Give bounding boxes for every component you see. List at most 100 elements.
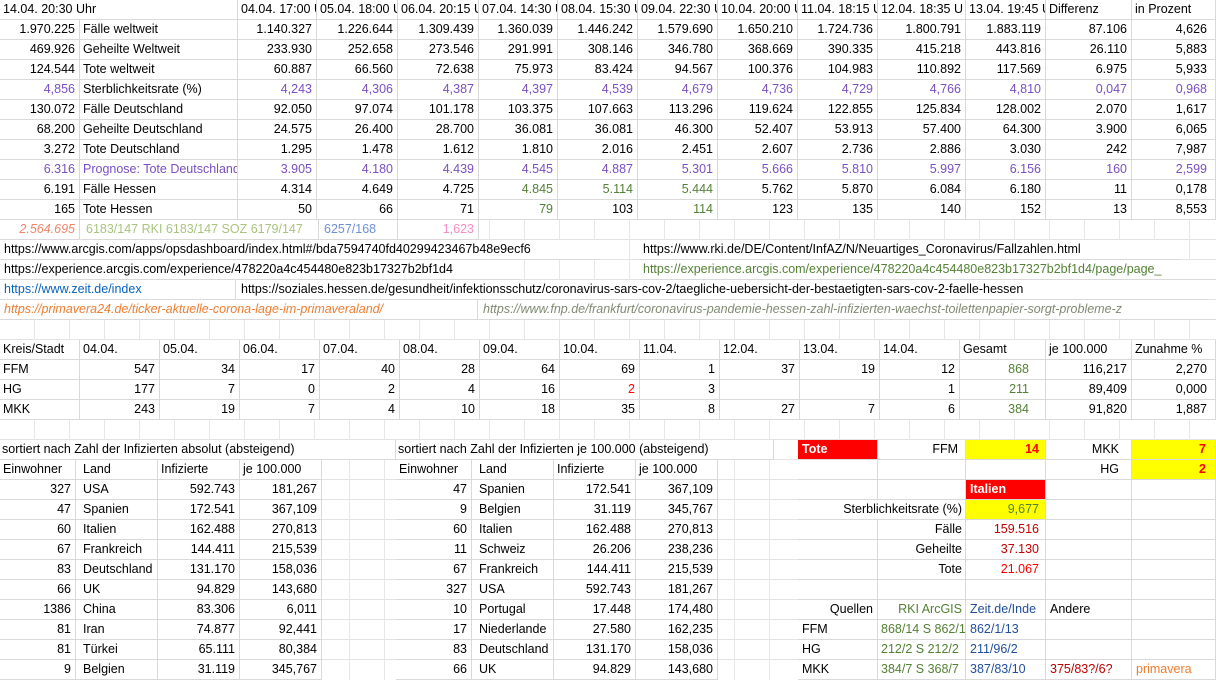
column-header[interactable]: 12.04. <box>720 340 800 360</box>
cell[interactable]: 100.376 <box>718 60 798 80</box>
quellen-mkk-extra[interactable]: primavera <box>1132 660 1216 680</box>
cell[interactable]: 135 <box>798 200 878 220</box>
differenz-cell[interactable]: 242 <box>1046 140 1132 160</box>
cell[interactable]: 4,766 <box>878 80 966 100</box>
alt-count-cell[interactable]: 6257/168 <box>320 220 398 240</box>
cell[interactable]: 66 <box>317 200 398 220</box>
prozent-cell[interactable]: 7,987 <box>1132 140 1216 160</box>
experience-url-left[interactable]: https://experience.arcgis.com/experience… <box>0 260 520 280</box>
land-cell[interactable]: Niederlande <box>472 620 554 640</box>
gesamt-cell[interactable]: 211 <box>960 380 1046 400</box>
infizierte-header[interactable]: Infizierte <box>554 460 636 480</box>
cell[interactable]: 92.050 <box>238 100 317 120</box>
infizierte-cell[interactable]: 172.541 <box>158 500 240 520</box>
cell[interactable]: 5.997 <box>878 160 966 180</box>
column-header[interactable]: 07.04. 14:30 U <box>479 0 558 20</box>
einwohner-cell[interactable]: 83 <box>396 640 472 660</box>
current-value-cell[interactable]: 124.544 <box>0 60 80 80</box>
column-header[interactable]: 08.04. <box>400 340 480 360</box>
land-cell[interactable]: UK <box>472 660 554 680</box>
cell[interactable]: 2 <box>320 380 400 400</box>
cell[interactable]: 152 <box>966 200 1046 220</box>
infizierte-cell[interactable]: 144.411 <box>554 560 636 580</box>
einwohner-cell[interactable]: 10 <box>396 600 472 620</box>
einwohner-cell[interactable]: 9 <box>0 660 76 680</box>
fnp-url[interactable]: https://www.fnp.de/frankfurt/coronavirus… <box>479 300 1216 320</box>
cell[interactable]: 4,306 <box>317 80 398 100</box>
row-label[interactable]: Fälle Deutschland <box>80 100 238 120</box>
row-label[interactable]: Tote Deutschland <box>80 140 238 160</box>
infizierte-cell[interactable]: 27.580 <box>554 620 636 640</box>
cell[interactable]: 5.301 <box>638 160 718 180</box>
kreis-label[interactable]: FFM <box>0 360 80 380</box>
differenz-cell[interactable]: 87.106 <box>1046 20 1132 40</box>
column-header[interactable]: 06.04. <box>240 340 320 360</box>
cell[interactable]: 415.218 <box>878 40 966 60</box>
cell[interactable]: 10 <box>400 400 480 420</box>
italy-deaths-label[interactable]: Tote <box>878 560 966 580</box>
cell[interactable]: 0 <box>240 380 320 400</box>
cell[interactable]: 1.810 <box>479 140 558 160</box>
infizierte-cell[interactable]: 74.877 <box>158 620 240 640</box>
cell[interactable]: 1.446.242 <box>558 20 638 40</box>
einwohner-cell[interactable]: 9 <box>396 500 472 520</box>
cell[interactable]: 83.424 <box>558 60 638 80</box>
cell[interactable]: 4,679 <box>638 80 718 100</box>
zeit-link[interactable]: https://www.zeit.de/index <box>0 280 236 300</box>
land-cell[interactable]: USA <box>76 480 158 500</box>
timestamp-header-cell[interactable]: 14.04. 20:30 Uhr <box>0 0 238 20</box>
cell[interactable]: 1.140.327 <box>238 20 317 40</box>
cell[interactable]: 140 <box>878 200 966 220</box>
land-cell[interactable]: Deutschland <box>76 560 158 580</box>
per100k-cell[interactable]: 80,384 <box>240 640 322 660</box>
per100k-cell[interactable]: 345,767 <box>636 500 718 520</box>
per100k-cell[interactable]: 6,011 <box>240 600 322 620</box>
column-header[interactable]: 06.04. 20:15 U <box>398 0 479 20</box>
cell[interactable]: 7 <box>160 380 240 400</box>
infizierte-header[interactable]: Infizierte <box>158 460 240 480</box>
column-header[interactable]: 09.04. <box>480 340 560 360</box>
cell[interactable]: 2.607 <box>718 140 798 160</box>
cell[interactable]: 97.074 <box>317 100 398 120</box>
per100k-cell[interactable]: 238,236 <box>636 540 718 560</box>
cell[interactable]: 71 <box>398 200 479 220</box>
differenz-header[interactable]: Differenz <box>1046 0 1132 20</box>
einwohner-cell[interactable]: 47 <box>396 480 472 500</box>
per100k-cell[interactable]: 215,539 <box>636 560 718 580</box>
cell[interactable]: 5.810 <box>798 160 878 180</box>
einwohner-cell[interactable]: 66 <box>0 580 76 600</box>
cell[interactable]: 4,397 <box>479 80 558 100</box>
differenz-cell[interactable]: 3.900 <box>1046 120 1132 140</box>
cell[interactable]: 26.400 <box>317 120 398 140</box>
cell[interactable]: 4.439 <box>398 160 479 180</box>
cell[interactable]: 4.545 <box>479 160 558 180</box>
column-header[interactable]: 08.04. 15:30 U <box>558 0 638 20</box>
cell[interactable]: 12 <box>880 360 960 380</box>
infizierte-cell[interactable]: 131.170 <box>554 640 636 660</box>
per100k-cell[interactable]: 91,820 <box>1046 400 1132 420</box>
zunahme-cell[interactable]: 2,270 <box>1132 360 1216 380</box>
land-cell[interactable]: UK <box>76 580 158 600</box>
cell[interactable]: 60.887 <box>238 60 317 80</box>
quellen-hg-zeit[interactable]: 211/96/2 <box>966 640 1046 660</box>
cell[interactable]: 346.780 <box>638 40 718 60</box>
italy-recovered-label[interactable]: Geheilte <box>878 540 966 560</box>
prozent-cell[interactable]: 8,553 <box>1132 200 1216 220</box>
cell[interactable]: 50 <box>238 200 317 220</box>
land-cell[interactable]: Iran <box>76 620 158 640</box>
current-value-cell[interactable]: 6.316 <box>0 160 80 180</box>
infizierte-cell[interactable]: 172.541 <box>554 480 636 500</box>
cell[interactable]: 69 <box>560 360 640 380</box>
cell[interactable]: 123 <box>718 200 798 220</box>
cell[interactable]: 101.178 <box>398 100 479 120</box>
cell[interactable]: 1.309.439 <box>398 20 479 40</box>
infizierte-cell[interactable]: 162.488 <box>158 520 240 540</box>
differenz-cell[interactable]: 11 <box>1046 180 1132 200</box>
cell[interactable]: 1.724.736 <box>798 20 878 40</box>
prozent-cell[interactable]: 4,626 <box>1132 20 1216 40</box>
column-header[interactable]: 04.04. <box>80 340 160 360</box>
italien-header-cell[interactable]: Italien <box>966 480 1046 500</box>
per100k-cell[interactable]: 270,813 <box>240 520 322 540</box>
kreis-label[interactable]: MKK <box>0 400 80 420</box>
einwohner-cell[interactable]: 66 <box>396 660 472 680</box>
